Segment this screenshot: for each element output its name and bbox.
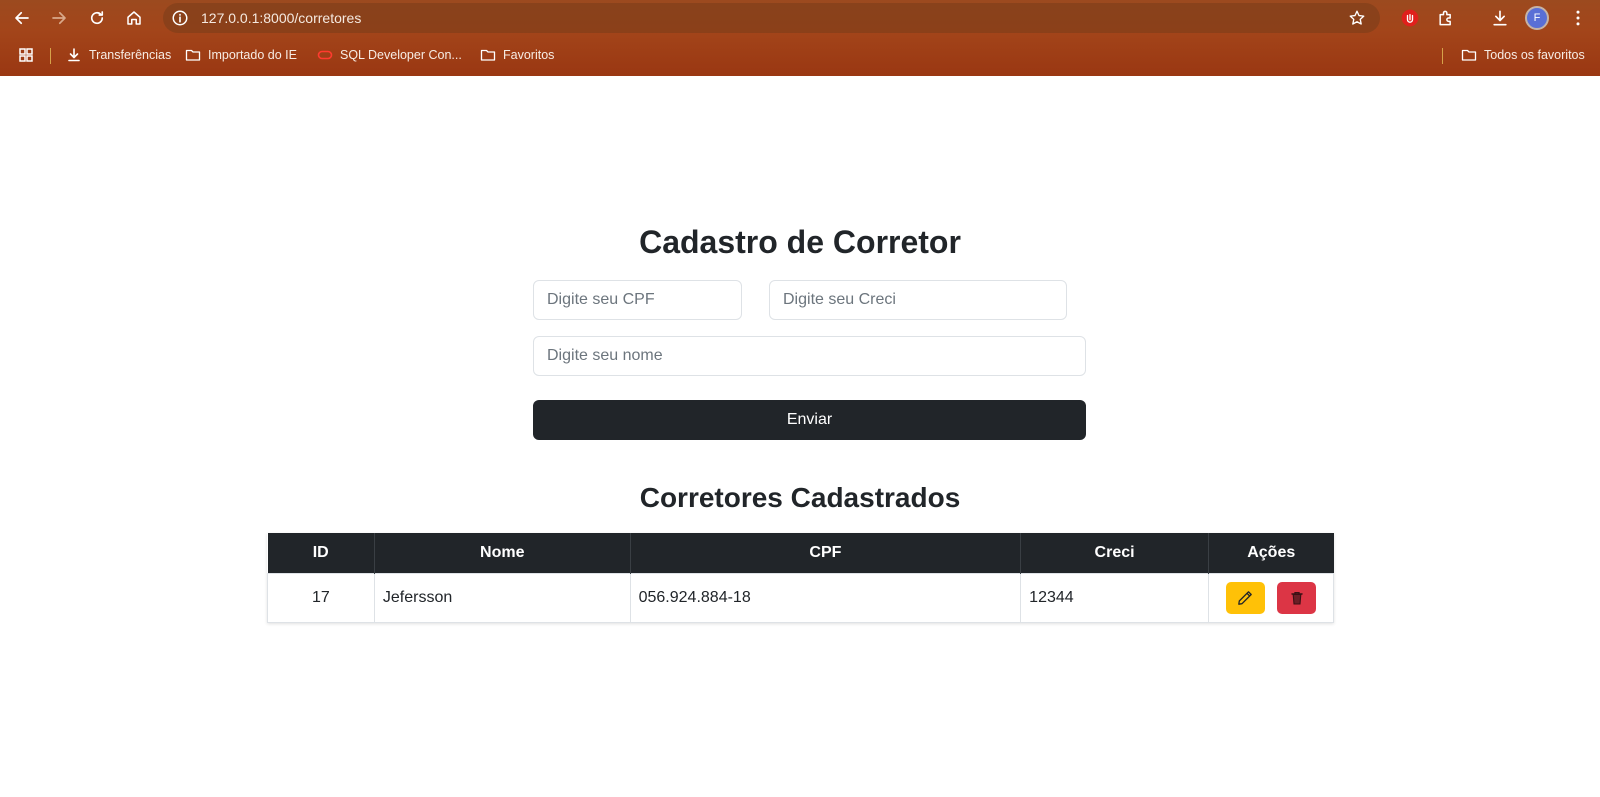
bookmark-item[interactable]: Transferências (66, 44, 171, 66)
pencil-icon (1238, 590, 1253, 605)
download-icon (68, 48, 80, 62)
site-info-icon[interactable] (171, 9, 189, 27)
url-text: 127.0.0.1:8000/corretores (201, 10, 362, 26)
downloads-button[interactable] (1488, 6, 1512, 30)
browser-toolbar: 127.0.0.1:8000/corretores F (0, 0, 1600, 36)
home-button[interactable] (122, 6, 146, 30)
forward-button[interactable] (47, 6, 71, 30)
back-button[interactable] (10, 6, 34, 30)
column-header-id: ID (267, 533, 375, 573)
extension-button[interactable] (1398, 6, 1422, 30)
bookmark-label: Importado do IE (208, 48, 297, 62)
creci-input[interactable] (769, 280, 1067, 320)
bookmarks-bar: Transferências Importado do IE SQL Devel… (0, 40, 1600, 70)
home-icon (127, 11, 141, 25)
table-header-row: ID Nome CPF Creci Ações (267, 533, 1334, 573)
submit-button[interactable]: Enviar (533, 400, 1086, 440)
stop-extension-icon (1401, 9, 1419, 27)
page-title: Cadastro de Corretor (639, 224, 961, 260)
browser-menu-button[interactable] (1566, 6, 1590, 30)
corretores-table: ID Nome CPF Creci Ações 17 Jefersson 056… (267, 533, 1335, 623)
arrow-right-icon (52, 11, 66, 25)
folder-icon (1461, 49, 1477, 61)
cell-cpf: 056.924.884-18 (629, 572, 1022, 623)
column-header-acoes: Ações (1207, 533, 1334, 573)
table-row: 17 Jefersson 056.924.884-18 12344 (267, 572, 1335, 623)
cell-id: 17 (267, 572, 375, 623)
reload-icon (90, 11, 104, 25)
more-vertical-icon (1576, 10, 1580, 26)
oracle-icon (317, 50, 333, 60)
address-bar[interactable]: 127.0.0.1:8000/corretores (163, 3, 1380, 33)
browser-chrome: 127.0.0.1:8000/corretores F Transferênci… (0, 0, 1600, 76)
cell-actions (1207, 572, 1335, 623)
column-header-cpf: CPF (629, 533, 1021, 573)
bookmarks-divider (1442, 48, 1443, 64)
profile-avatar[interactable]: F (1525, 6, 1549, 30)
bookmark-label: Transferências (89, 48, 172, 62)
bookmark-label: Favoritos (503, 48, 555, 62)
nome-input[interactable] (533, 336, 1086, 376)
delete-button[interactable] (1277, 581, 1317, 614)
bookmark-item[interactable]: SQL Developer Con... (317, 44, 462, 66)
bookmark-item[interactable]: Importado do IE (185, 44, 297, 66)
cell-nome: Jefersson (373, 572, 631, 623)
extensions-menu-button[interactable] (1434, 6, 1458, 30)
folder-icon (480, 49, 496, 61)
all-bookmarks-label: Todos os favoritos (1484, 48, 1585, 62)
column-header-nome: Nome (373, 533, 631, 573)
cell-creci: 12344 (1020, 572, 1209, 623)
reload-button[interactable] (85, 6, 109, 30)
bookmark-star-icon[interactable] (1348, 9, 1366, 27)
arrow-left-icon (15, 11, 29, 25)
bookmarks-divider (50, 48, 51, 64)
download-icon (1493, 10, 1507, 26)
bookmark-label: SQL Developer Con... (340, 48, 462, 62)
apps-button[interactable] (18, 44, 41, 66)
all-bookmarks-button[interactable]: Todos os favoritos (1461, 44, 1585, 66)
list-title: Corretores Cadastrados (639, 482, 961, 513)
column-header-creci: Creci (1020, 533, 1209, 573)
edit-button[interactable] (1225, 581, 1265, 614)
bookmark-item[interactable]: Favoritos (480, 44, 554, 66)
apps-grid-icon (19, 48, 33, 62)
folder-icon (185, 49, 201, 61)
trash-icon (1291, 591, 1303, 605)
puzzle-icon (1439, 10, 1451, 26)
cpf-input[interactable] (533, 280, 742, 320)
